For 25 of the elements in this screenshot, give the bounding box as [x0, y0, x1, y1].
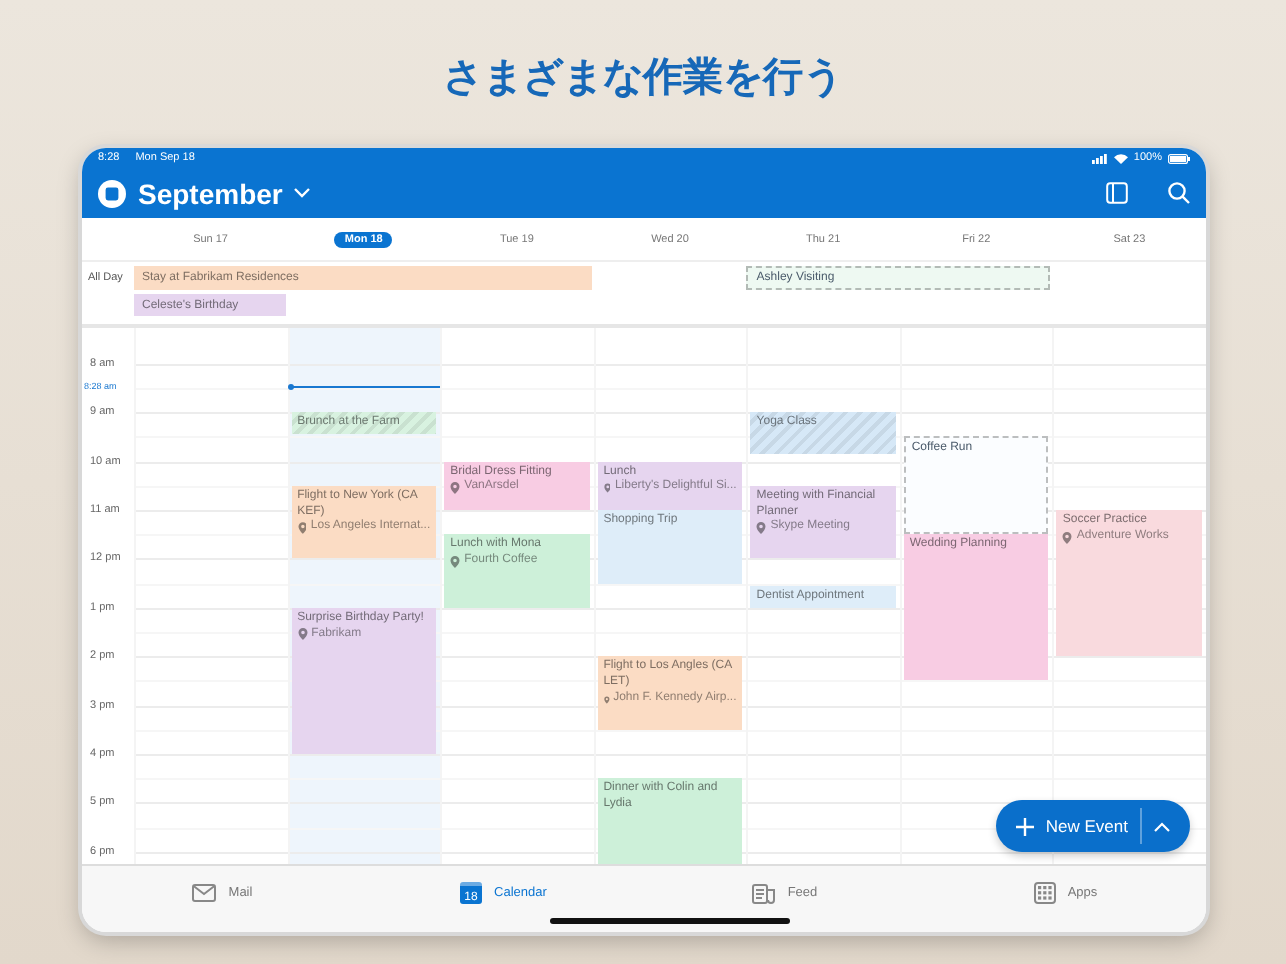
feed-icon: [751, 883, 776, 903]
search-button[interactable]: [1168, 182, 1190, 204]
location-pin-icon: [297, 522, 307, 535]
location-pin-icon: [756, 522, 767, 535]
location-pin-icon: [450, 555, 461, 568]
sidebar-icon: [1106, 182, 1128, 204]
signal-icon: [1091, 153, 1108, 163]
chevron-up-icon: [1154, 821, 1170, 831]
wifi-icon: [1113, 153, 1128, 163]
calendar-app-icon: [98, 179, 126, 207]
location-pin-icon: [297, 628, 308, 641]
sidebar-button[interactable]: [1106, 182, 1128, 204]
envelope-icon: [192, 884, 217, 902]
battery-icon: [1168, 153, 1190, 163]
chevron-down-icon[interactable]: [294, 188, 311, 198]
headline: さまざまな作業を行う: [441, 50, 845, 100]
location-pin-icon: [1062, 531, 1073, 544]
plus-icon: [1015, 817, 1034, 835]
location-pin-icon: [450, 482, 461, 495]
new-event-button[interactable]: New Event: [995, 800, 1190, 852]
location-pin-icon: [603, 482, 611, 495]
month-title[interactable]: September: [138, 177, 283, 209]
search-icon: [1168, 182, 1190, 204]
location-pin-icon: [603, 693, 610, 706]
apps-grid-icon: [1033, 882, 1056, 904]
